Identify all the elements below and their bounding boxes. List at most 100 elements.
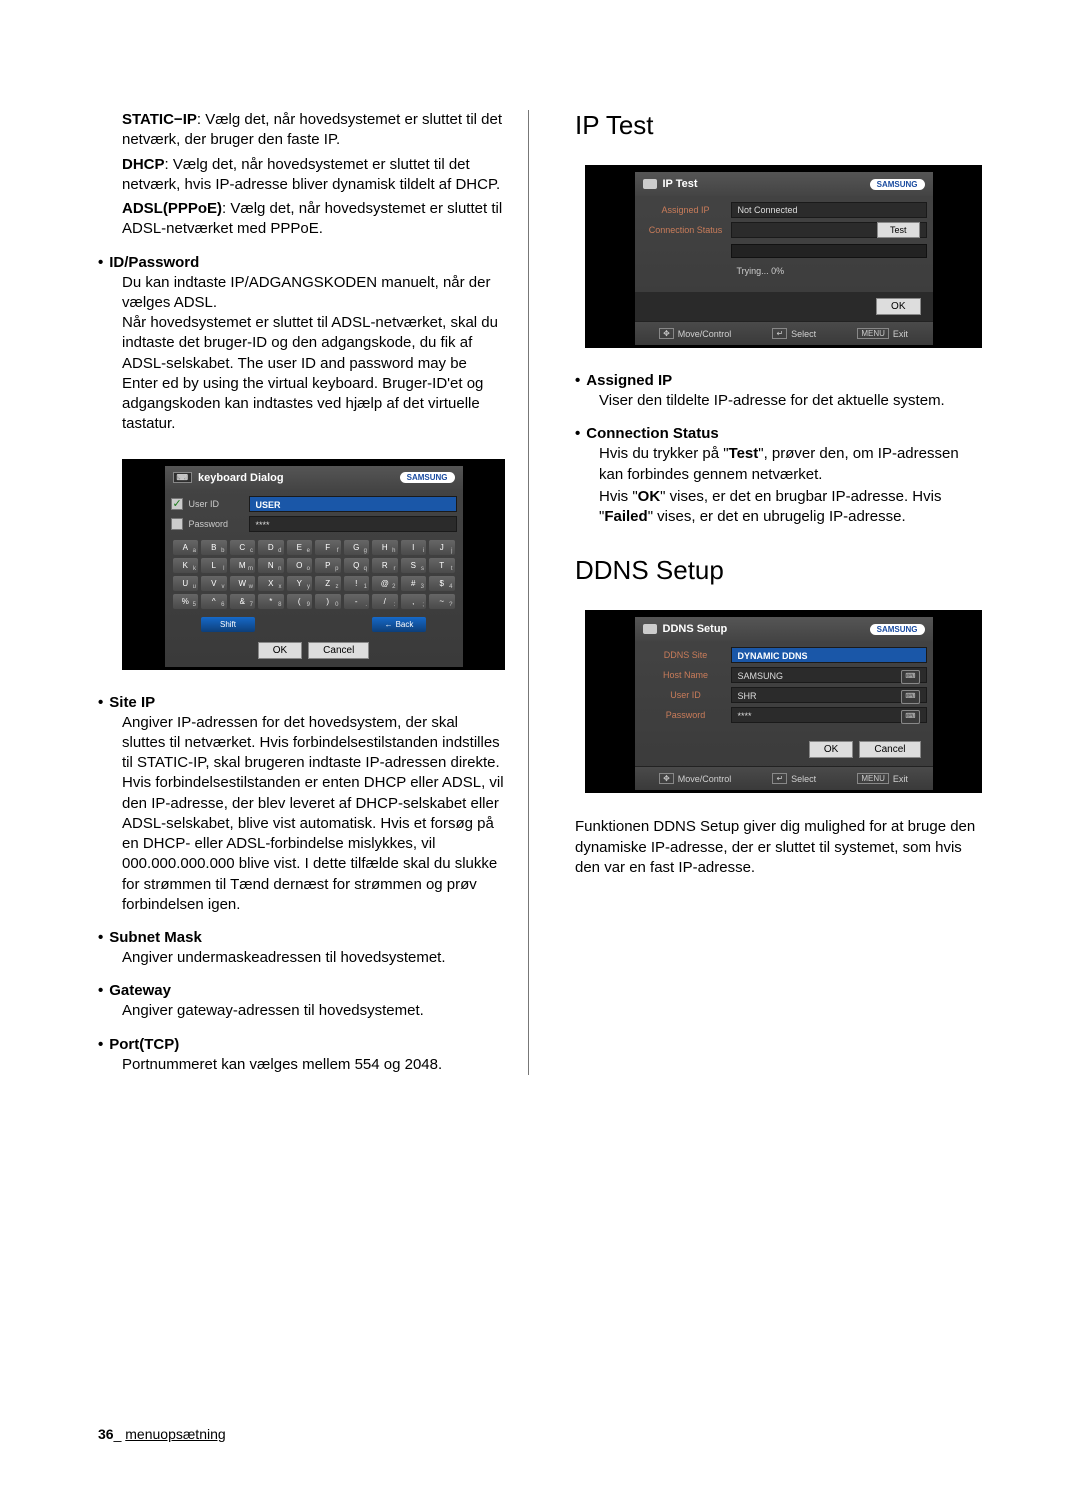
key-I[interactable]: Ii xyxy=(401,540,427,555)
key-G[interactable]: Gg xyxy=(344,540,370,555)
key-H[interactable]: Hh xyxy=(372,540,398,555)
key-Q[interactable]: Qq xyxy=(344,558,370,573)
progress-text: Trying... 0% xyxy=(731,262,791,280)
ddns-site-value[interactable]: DYNAMIC DDNS xyxy=(731,647,927,663)
key-T[interactable]: Tt xyxy=(429,558,455,573)
test-button[interactable]: Test xyxy=(877,222,920,238)
footer-move: ✥Move/Control xyxy=(659,773,731,784)
key-R[interactable]: Rr xyxy=(372,558,398,573)
key-W[interactable]: Ww xyxy=(230,576,256,591)
ddns-setup-screenshot: DDNS Setup SAMSUNG DDNS SiteDYNAMIC DDNS… xyxy=(585,610,982,793)
key-A[interactable]: Aa xyxy=(173,540,199,555)
ddns-password-value[interactable]: ****⌨ xyxy=(731,707,927,723)
key-C[interactable]: Cc xyxy=(230,540,256,555)
key-O[interactable]: Oo xyxy=(287,558,313,573)
key-@[interactable]: @2 xyxy=(372,576,398,591)
key-M[interactable]: Mm xyxy=(230,558,256,573)
key-![interactable]: !1 xyxy=(344,576,370,591)
connection-status-body2: Hvis "OK" vises, er det en brugbar IP-ad… xyxy=(599,487,982,528)
connection-status-body1: Hvis du trykker på "Test", prøver den, o… xyxy=(599,444,982,485)
ddns-section-title: DDNS Setup xyxy=(575,555,982,586)
key-S[interactable]: Ss xyxy=(401,558,427,573)
key--[interactable]: -. xyxy=(344,594,370,609)
menu-icon: MENU xyxy=(857,328,889,339)
assigned-ip-label: Assigned IP xyxy=(641,205,731,215)
key-E[interactable]: Ee xyxy=(287,540,313,555)
ok-button[interactable]: OK xyxy=(258,642,302,659)
ddns-description: Funktionen DDNS Setup giver dig mulighed… xyxy=(575,817,982,878)
back-key[interactable]: ←Back xyxy=(372,617,426,632)
key-B[interactable]: Bb xyxy=(201,540,227,555)
footer-exit: MENUExit xyxy=(857,328,908,339)
static-ip-text: STATIC−IP: Vælg det, når hovedsystemet e… xyxy=(122,110,505,151)
ip-test-screenshot: IP Test SAMSUNG Assigned IPNot Connected… xyxy=(585,165,982,348)
page-number: 36 xyxy=(98,1426,114,1442)
shift-key[interactable]: Shift xyxy=(201,617,255,632)
network-icon xyxy=(643,179,657,189)
password-value[interactable]: **** xyxy=(249,516,457,532)
connection-status-label: Connection Status xyxy=(641,225,731,235)
ddns-panel-title: DDNS Setup xyxy=(663,623,728,635)
site-ip-body: Angiver IP-adressen for det hovedsystem,… xyxy=(122,713,505,916)
host-name-value[interactable]: SAMSUNG⌨ xyxy=(731,667,927,683)
keyboard-icon[interactable]: ⌨ xyxy=(901,690,919,704)
key-J[interactable]: Jj xyxy=(429,540,455,555)
key-~[interactable]: ~? xyxy=(429,594,455,609)
ddns-site-label: DDNS Site xyxy=(641,650,731,660)
dpad-icon: ✥ xyxy=(659,773,674,784)
ddns-password-label: Password xyxy=(641,710,731,720)
key-,[interactable]: ,; xyxy=(401,594,427,609)
id-password-heading: ID/Password xyxy=(109,254,199,271)
key-N[interactable]: Nn xyxy=(258,558,284,573)
footer-move: ✥Move/Control xyxy=(659,328,731,339)
arrow-left-icon: ← xyxy=(385,620,393,629)
keyboard-title: keyboard Dialog xyxy=(198,472,284,484)
keyboard-icon: ⌨ xyxy=(173,472,193,483)
key-Y[interactable]: Yy xyxy=(287,576,313,591)
ok-button[interactable]: OK xyxy=(876,298,920,315)
virtual-keyboard: AaBbCcDdEeFfGgHhIiJj KkLlMmNnOoPpQqRrSsTt… xyxy=(171,536,457,613)
password-checkbox[interactable] xyxy=(171,518,183,530)
key-P[interactable]: Pp xyxy=(315,558,341,573)
key-#[interactable]: #3 xyxy=(401,576,427,591)
cancel-button[interactable]: Cancel xyxy=(308,642,369,659)
key-/[interactable]: /: xyxy=(372,594,398,609)
key-$[interactable]: $4 xyxy=(429,576,455,591)
connection-status-heading: Connection Status xyxy=(586,425,719,442)
key-K[interactable]: Kk xyxy=(173,558,199,573)
page-footer: 36_ menuopsætning xyxy=(98,1426,226,1442)
ip-test-section-title: IP Test xyxy=(575,110,982,141)
ip-test-panel-title: IP Test xyxy=(663,178,698,190)
port-body: Portnummeret kan vælges mellem 554 og 20… xyxy=(122,1055,505,1075)
samsung-logo: SAMSUNG xyxy=(870,179,925,190)
userid-checkbox[interactable] xyxy=(171,498,183,510)
assigned-ip-body: Viser den tildelte IP-adresse for det ak… xyxy=(599,391,982,411)
enter-icon: ↵ xyxy=(772,328,787,339)
footer-text: menuopsætning xyxy=(125,1426,225,1442)
key-Z[interactable]: Zz xyxy=(315,576,341,591)
key-^[interactable]: ^6 xyxy=(201,594,227,609)
ddns-userid-label: User ID xyxy=(641,690,731,700)
key-([interactable]: (9 xyxy=(287,594,313,609)
gateway-body: Angiver gateway-adressen til hovedsystem… xyxy=(122,1001,505,1021)
key-U[interactable]: Uu xyxy=(173,576,199,591)
key-X[interactable]: Xx xyxy=(258,576,284,591)
key-)[interactable]: )0 xyxy=(315,594,341,609)
keyboard-icon[interactable]: ⌨ xyxy=(901,670,919,684)
key-*[interactable]: *8 xyxy=(258,594,284,609)
ddns-userid-value[interactable]: SHR⌨ xyxy=(731,687,927,703)
ok-button[interactable]: OK xyxy=(809,741,853,758)
cancel-button[interactable]: Cancel xyxy=(859,741,920,758)
keyboard-icon[interactable]: ⌨ xyxy=(901,710,919,724)
key-D[interactable]: Dd xyxy=(258,540,284,555)
key-F[interactable]: Ff xyxy=(315,540,341,555)
port-heading: Port(TCP) xyxy=(109,1036,179,1053)
key-L[interactable]: Ll xyxy=(201,558,227,573)
subnet-body: Angiver undermaskeadressen til hovedsyst… xyxy=(122,948,505,968)
samsung-logo: SAMSUNG xyxy=(400,472,455,483)
key-&[interactable]: &7 xyxy=(230,594,256,609)
keyboard-dialog-screenshot: ⌨keyboard Dialog SAMSUNG User IDUSER Pas… xyxy=(122,459,505,670)
userid-value[interactable]: USER xyxy=(249,496,457,512)
key-%[interactable]: %5 xyxy=(173,594,199,609)
key-V[interactable]: Vv xyxy=(201,576,227,591)
